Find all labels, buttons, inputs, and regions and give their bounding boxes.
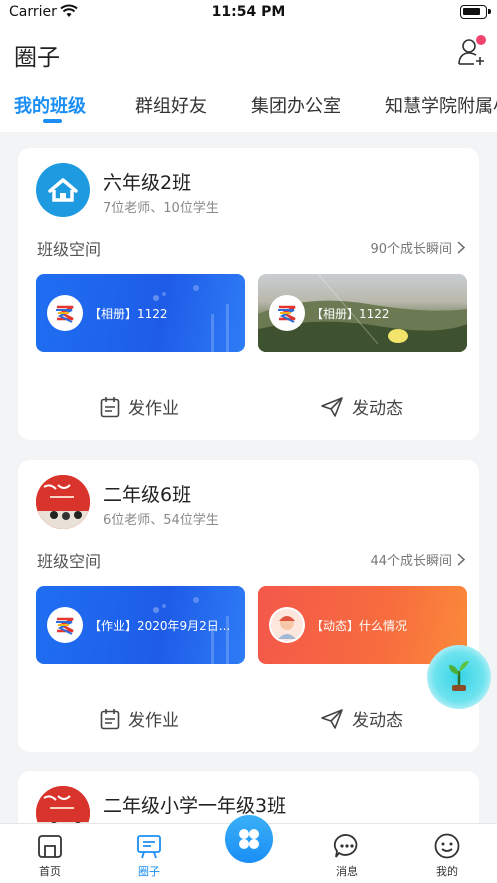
post-homework-button[interactable]: 发作业 bbox=[100, 706, 179, 731]
tab-group-friends[interactable]: 群组好友 bbox=[135, 92, 207, 118]
clock: 11:54 PM bbox=[211, 4, 286, 20]
tab-home[interactable]: 首页 bbox=[20, 832, 80, 879]
header: 圈子 我的班级 群组好友 集团办公室 知慧学院附属小 bbox=[0, 26, 497, 132]
chevron-right-icon bbox=[457, 241, 465, 254]
post-homework-label: 发作业 bbox=[128, 399, 179, 419]
tab-circle[interactable]: 圈子 bbox=[119, 832, 179, 879]
sprout-icon bbox=[449, 661, 469, 691]
tab-mine[interactable]: 我的 bbox=[417, 832, 477, 879]
tile-text: 【作业】2020年9月2日... bbox=[89, 619, 231, 633]
send-icon bbox=[321, 396, 343, 417]
growth-moments-label: 90个成长瞬间 bbox=[370, 242, 452, 257]
chat-icon bbox=[333, 834, 358, 858]
post-update-label: 发动态 bbox=[352, 711, 403, 731]
page-title: 圈子 bbox=[14, 45, 60, 71]
status-bar: Carrier 11:54 PM bbox=[0, 0, 497, 26]
class-space-label: 班级空间 bbox=[37, 240, 102, 259]
apps-icon bbox=[239, 829, 259, 849]
tab-messages-label: 消息 bbox=[336, 865, 358, 878]
space-tile[interactable]: 【相册】1122 bbox=[36, 274, 245, 352]
battery-icon bbox=[460, 5, 491, 19]
tab-group-office[interactable]: 集团办公室 bbox=[251, 92, 341, 118]
post-homework-button[interactable]: 发作业 bbox=[100, 394, 179, 419]
post-update-label: 发动态 bbox=[352, 399, 403, 419]
school-logo-icon bbox=[47, 295, 83, 331]
tab-bar-top: 我的班级 群组好友 集团办公室 知慧学院附属小 bbox=[0, 88, 497, 128]
class-name: 六年级2班 bbox=[103, 172, 192, 194]
notification-badge bbox=[476, 35, 486, 45]
tile-text: 【相册】1122 bbox=[311, 307, 390, 321]
calendar-icon bbox=[100, 708, 120, 729]
tab-mine-label: 我的 bbox=[436, 865, 458, 878]
tab-school[interactable]: 知慧学院附属小 bbox=[385, 92, 497, 118]
tab-messages[interactable]: 消息 bbox=[317, 832, 377, 879]
class-name: 二年级小学一年级3班 bbox=[103, 795, 287, 817]
tab-home-label: 首页 bbox=[39, 865, 61, 878]
user-avatar-icon bbox=[269, 607, 305, 643]
calendar-icon bbox=[100, 396, 120, 417]
post-update-button[interactable]: 发动态 bbox=[320, 706, 403, 731]
growth-moments-link[interactable]: 90个成长瞬间 bbox=[370, 238, 465, 257]
class-avatar bbox=[36, 475, 90, 529]
send-icon bbox=[321, 708, 343, 729]
class-card[interactable]: 六年级2班 7位老师、10位学生 班级空间 90个成长瞬间 【相册】1122 【… bbox=[18, 148, 479, 440]
growth-tree-button[interactable] bbox=[427, 645, 491, 709]
school-logo-icon bbox=[269, 295, 305, 331]
tile-text: 【相册】1122 bbox=[89, 307, 168, 321]
circle-board-icon bbox=[137, 835, 161, 859]
chevron-right-icon bbox=[457, 553, 465, 566]
home-icon bbox=[48, 178, 78, 202]
tab-my-classes[interactable]: 我的班级 bbox=[14, 92, 86, 118]
class-avatar bbox=[36, 163, 90, 217]
tab-indicator bbox=[43, 119, 62, 123]
school-logo-icon bbox=[47, 607, 83, 643]
class-name: 二年级6班 bbox=[103, 484, 192, 506]
tab-circle-label: 圈子 bbox=[138, 865, 160, 878]
bottom-tab-bar: 首页 圈子 消息 我的 bbox=[0, 815, 497, 883]
post-homework-label: 发作业 bbox=[128, 711, 179, 731]
class-space-label: 班级空间 bbox=[37, 552, 102, 571]
class-member-counts: 6位老师、54位学生 bbox=[103, 513, 219, 528]
apps-center-button[interactable] bbox=[225, 815, 273, 863]
space-tile[interactable]: 【作业】2020年9月2日... bbox=[36, 586, 245, 664]
smiley-icon bbox=[434, 833, 460, 859]
home-icon bbox=[38, 835, 62, 858]
post-update-button[interactable]: 发动态 bbox=[320, 394, 403, 419]
growth-moments-label: 44个成长瞬间 bbox=[370, 554, 452, 569]
class-member-counts: 7位老师、10位学生 bbox=[103, 201, 219, 216]
tile-text: 【动态】什么情况 bbox=[311, 619, 408, 633]
space-tile[interactable]: 【相册】1122 bbox=[258, 274, 467, 352]
growth-moments-link[interactable]: 44个成长瞬间 bbox=[370, 550, 465, 569]
class-card[interactable]: 二年级6班 6位老师、54位学生 班级空间 44个成长瞬间 【作业】2020年9… bbox=[18, 460, 479, 752]
